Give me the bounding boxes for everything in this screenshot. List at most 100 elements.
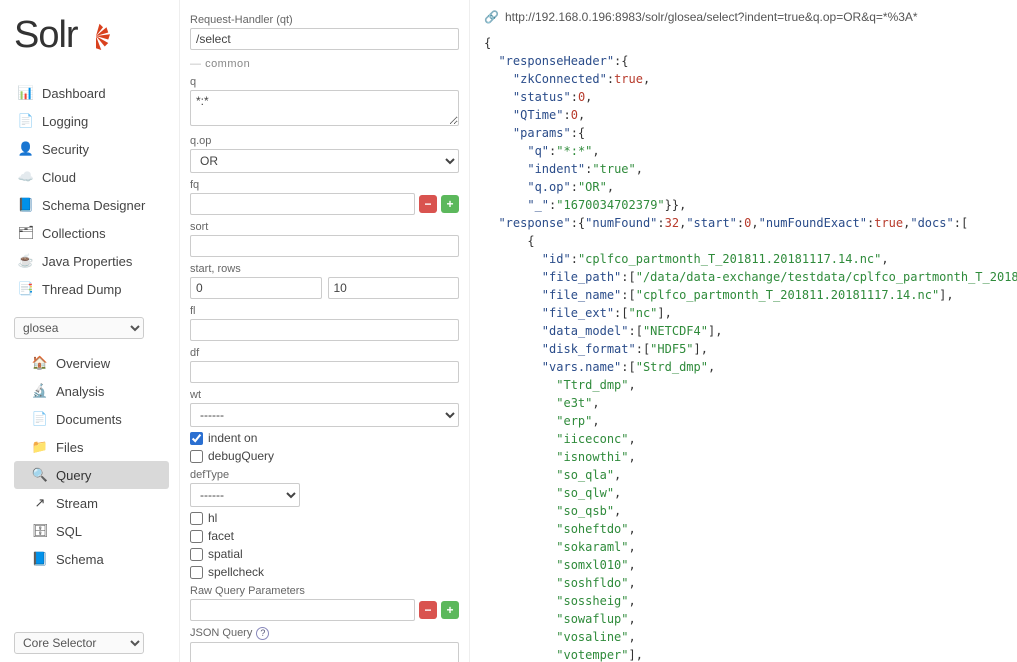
result-panel: 🔗 http://192.168.0.196:8983/solr/glosea/…: [470, 0, 1017, 662]
logo-text: Solr: [14, 14, 78, 57]
request-handler-label: Request-Handler (qt): [190, 14, 459, 26]
nav-icon: 🗂: [18, 225, 34, 241]
help-icon[interactable]: ?: [256, 627, 269, 640]
subnav-item-documents[interactable]: 📄 Documents: [14, 405, 169, 433]
nav-main: 📊 Dashboard 📄Logging 👤 Security ☁️ Cloud 📘 Schem…: [14, 79, 169, 303]
nav-icon: 📑: [18, 281, 34, 297]
nav-label: Thread Dump: [42, 282, 121, 297]
nav-item-schema-designer[interactable]: 📘 Schema Designer: [14, 191, 169, 219]
nav-label: Cloud: [42, 170, 76, 185]
nav-icon: ☁️: [18, 169, 34, 185]
debugquery-checkbox[interactable]: [190, 450, 203, 463]
rows-input[interactable]: [328, 277, 460, 299]
raw-add-icon[interactable]: +: [441, 601, 459, 619]
nav-icon: 👤: [18, 141, 34, 157]
link-icon: 🔗: [484, 8, 499, 26]
subnav-item-files[interactable]: 📁 Files: [14, 433, 169, 461]
subnav-item-analysis[interactable]: 🔬 Analysis: [14, 377, 169, 405]
subnav-icon: 📁: [32, 439, 48, 455]
fq-add-icon[interactable]: +: [441, 195, 459, 213]
logo-sun-icon: [82, 22, 110, 50]
sort-input[interactable]: [190, 235, 459, 257]
json-query-input[interactable]: [190, 642, 459, 662]
nav-label: Dashboard: [42, 86, 106, 101]
subnav-item-overview[interactable]: 🏠Overview: [14, 349, 169, 377]
nav-icon: 📘: [18, 197, 34, 213]
nav-label: Schema Designer: [42, 198, 145, 213]
nav-label: Collections: [42, 226, 106, 241]
start-input[interactable]: [190, 277, 322, 299]
hl-checkbox-row[interactable]: hl: [190, 511, 459, 525]
result-json: { "responseHeader":{ "zkConnected":true,…: [484, 34, 1007, 662]
subnav-icon: 📘: [32, 551, 48, 567]
nav-item-cloud[interactable]: ☁️ Cloud: [14, 163, 169, 191]
qop-select[interactable]: OR: [190, 149, 459, 173]
raw-remove-icon[interactable]: −: [419, 601, 437, 619]
qop-label: q.op: [190, 135, 459, 147]
logo: Solr: [14, 14, 169, 57]
wt-label: wt: [190, 389, 459, 401]
nav-item-collections[interactable]: 🗂 Collections: [14, 219, 169, 247]
subnav-item-stream[interactable]: ↗Stream: [14, 489, 169, 517]
nav-item-thread-dump[interactable]: 📑 Thread Dump: [14, 275, 169, 303]
subnav-label: Overview: [56, 356, 110, 371]
spellcheck-label: spellcheck: [208, 565, 264, 579]
nav-label: Java Properties: [42, 254, 132, 269]
nav-sub: 🏠Overview 🔬 Analysis 📄 Documents 📁 Files 🔍 Query…: [14, 349, 169, 573]
subnav-icon: 🗄: [32, 523, 48, 539]
fl-input[interactable]: [190, 319, 459, 341]
df-input[interactable]: [190, 361, 459, 383]
subnav-item-schema[interactable]: 📘 Schema: [14, 545, 169, 573]
nav-icon: 📊: [18, 85, 34, 101]
nav-item-security[interactable]: 👤 Security: [14, 135, 169, 163]
collection-select[interactable]: glosea: [14, 317, 144, 339]
spatial-label: spatial: [208, 547, 243, 561]
nav-label: Security: [42, 142, 89, 157]
wt-select[interactable]: ------: [190, 403, 459, 427]
result-url-bar[interactable]: 🔗 http://192.168.0.196:8983/solr/glosea/…: [484, 8, 1007, 26]
fq-input[interactable]: [190, 193, 415, 215]
subnav-label: Query: [56, 468, 91, 483]
indent-checkbox[interactable]: [190, 432, 203, 445]
debugquery-label: debugQuery: [208, 449, 274, 463]
subnav-icon: 📄: [32, 411, 48, 427]
deftype-label: defType: [190, 469, 459, 481]
fq-remove-icon[interactable]: −: [419, 195, 437, 213]
result-url: http://192.168.0.196:8983/solr/glosea/se…: [505, 8, 918, 26]
subnav-icon: 🔬: [32, 383, 48, 399]
raw-label: Raw Query Parameters: [190, 585, 459, 597]
nav-item-java-properties[interactable]: ☕ Java Properties: [14, 247, 169, 275]
collection-selector[interactable]: glosea: [14, 317, 169, 339]
facet-checkbox[interactable]: [190, 530, 203, 543]
subnav-item-sql[interactable]: 🗄SQL: [14, 517, 169, 545]
sort-label: sort: [190, 221, 459, 233]
indent-label: indent on: [208, 431, 257, 445]
json-query-label: JSON Query?: [190, 627, 459, 640]
subnav-label: Files: [56, 440, 83, 455]
hl-checkbox[interactable]: [190, 512, 203, 525]
facet-checkbox-row[interactable]: facet: [190, 529, 459, 543]
spatial-checkbox-row[interactable]: spatial: [190, 547, 459, 561]
subnav-label: Documents: [56, 412, 122, 427]
subnav-item-query[interactable]: 🔍 Query: [14, 461, 169, 489]
debugquery-checkbox-row[interactable]: debugQuery: [190, 449, 459, 463]
subnav-label: Schema: [56, 552, 104, 567]
start-rows-label: start, rows: [190, 263, 459, 275]
deftype-select[interactable]: ------: [190, 483, 300, 507]
indent-checkbox-row[interactable]: indent on: [190, 431, 459, 445]
spellcheck-checkbox[interactable]: [190, 566, 203, 579]
request-handler-input[interactable]: [190, 28, 459, 50]
spellcheck-checkbox-row[interactable]: spellcheck: [190, 565, 459, 579]
raw-input[interactable]: [190, 599, 415, 621]
subnav-icon: 🔍: [32, 467, 48, 483]
nav-item-dashboard[interactable]: 📊 Dashboard: [14, 79, 169, 107]
query-form: Request-Handler (qt) common q *:* q.op O…: [180, 0, 470, 662]
core-selector[interactable]: Core Selector: [14, 632, 144, 654]
q-input[interactable]: *:*: [190, 90, 459, 126]
nav-icon: ☕: [18, 253, 34, 269]
subnav-icon: ↗: [32, 495, 48, 511]
subnav-label: Analysis: [56, 384, 104, 399]
nav-label: Logging: [42, 114, 88, 129]
spatial-checkbox[interactable]: [190, 548, 203, 561]
nav-item-logging[interactable]: 📄Logging: [14, 107, 169, 135]
